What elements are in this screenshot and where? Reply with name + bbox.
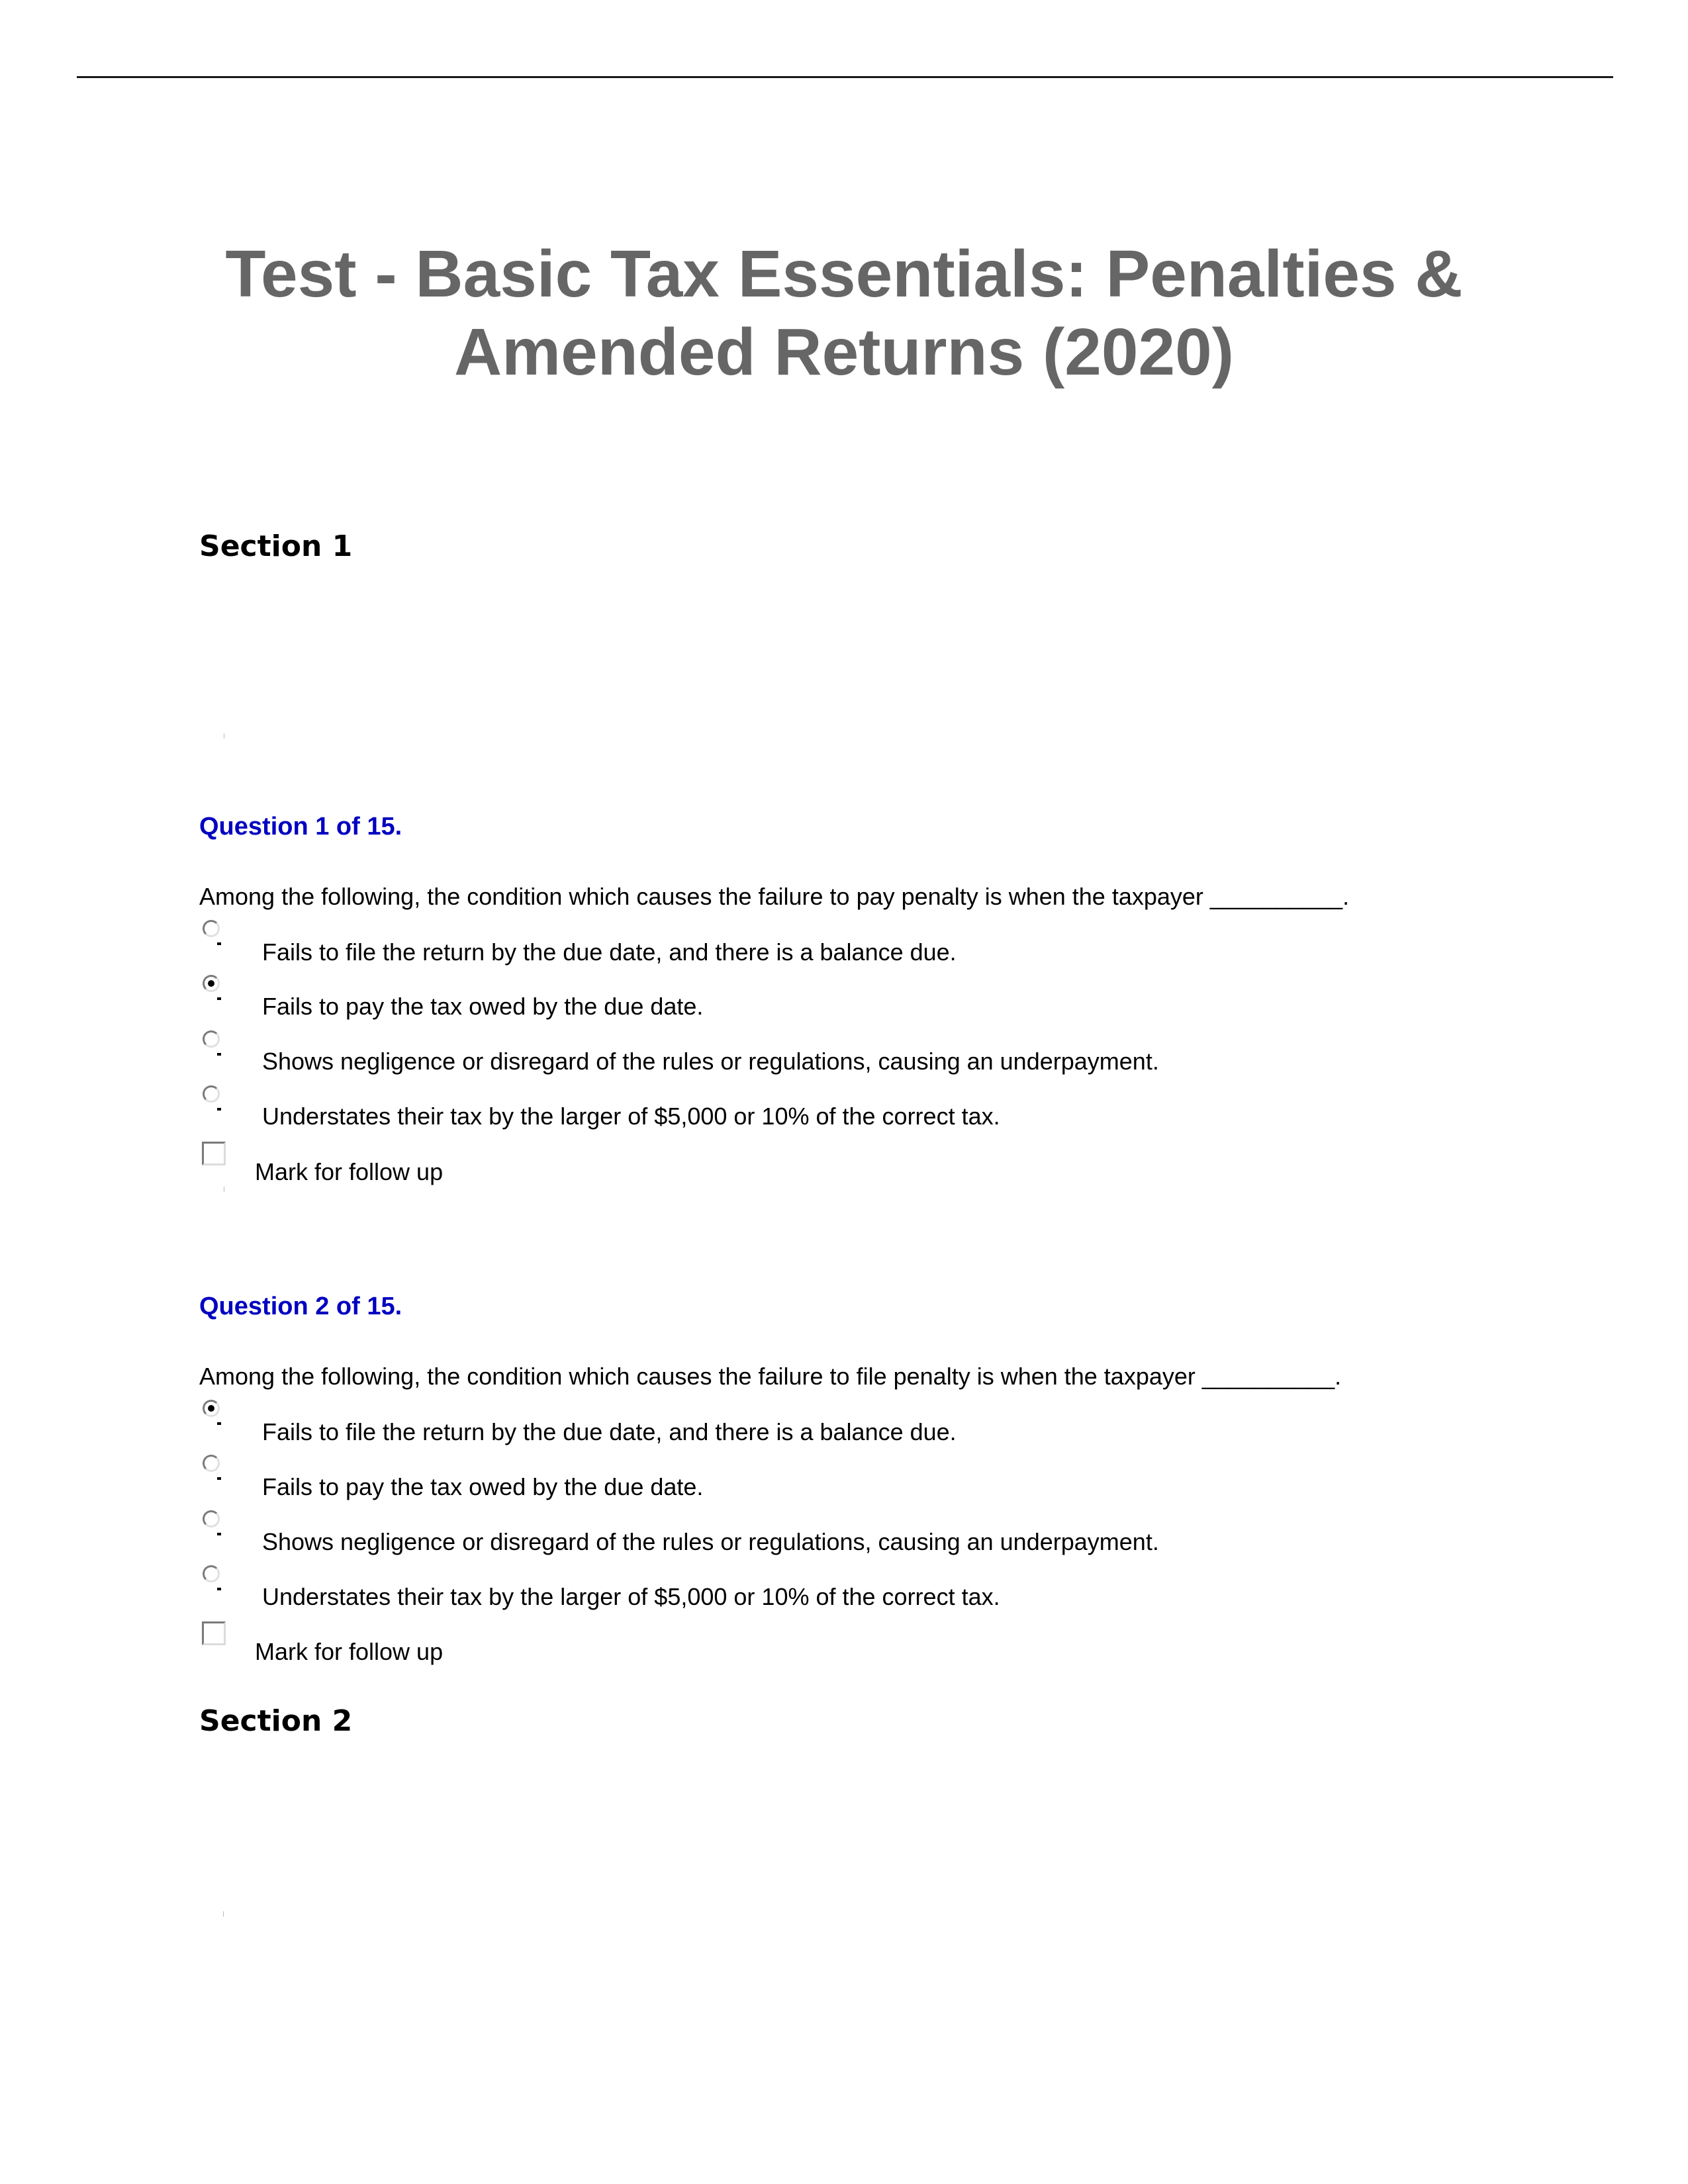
question-text: Among the following, the condition which… — [199, 1363, 1342, 1390]
radio-unselected-icon — [203, 1565, 220, 1582]
section-heading: Section 2 — [199, 1704, 353, 1738]
radio-option-selected[interactable] — [203, 1400, 222, 1425]
radio-option-selected[interactable] — [203, 975, 222, 1000]
section-marker — [223, 1911, 224, 1917]
page-title-line-1: Test - Basic Tax Essentials: Penalties & — [225, 237, 1463, 311]
option-label[interactable]: Understates their tax by the larger of $… — [262, 1103, 1000, 1130]
page-title-line-2: Amended Returns (2020) — [453, 315, 1235, 389]
option-label[interactable]: Fails to file the return by the due date… — [262, 1418, 957, 1446]
radio-unselected-icon — [203, 1455, 220, 1472]
radio-unselected-icon — [203, 1085, 220, 1103]
option-label[interactable]: Shows negligence or disregard of the rul… — [262, 1528, 1159, 1556]
radio-option[interactable] — [203, 1030, 222, 1056]
page-title: Test - Basic Tax Essentials: Penalties &… — [0, 235, 1688, 391]
radio-option[interactable] — [203, 1565, 222, 1590]
header-rule — [77, 76, 1613, 78]
radio-option[interactable] — [203, 1085, 222, 1111]
radio-unselected-icon — [203, 1510, 220, 1527]
option-label[interactable]: Shows negligence or disregard of the rul… — [262, 1048, 1159, 1075]
question-text: Among the following, the condition which… — [199, 883, 1350, 910]
option-label[interactable]: Fails to file the return by the due date… — [262, 938, 957, 966]
option-label[interactable]: Understates their tax by the larger of $… — [262, 1583, 1000, 1611]
question-heading: Question 1 of 15. — [199, 813, 402, 841]
follow-up-label[interactable]: Mark for follow up — [255, 1158, 443, 1186]
radio-option[interactable] — [203, 920, 222, 945]
option-label[interactable]: Fails to pay the tax owed by the due dat… — [262, 993, 703, 1021]
radio-unselected-icon — [203, 920, 220, 937]
radio-option[interactable] — [203, 1455, 222, 1480]
radio-option[interactable] — [203, 1510, 222, 1535]
radio-unselected-icon — [203, 1030, 220, 1048]
option-label[interactable]: Fails to pay the tax owed by the due dat… — [262, 1473, 703, 1501]
follow-up-checkbox[interactable] — [202, 1142, 226, 1165]
question-heading: Question 2 of 15. — [199, 1293, 402, 1320]
section-heading: Section 1 — [199, 529, 353, 563]
follow-up-label[interactable]: Mark for follow up — [255, 1638, 443, 1666]
follow-up-checkbox[interactable] — [202, 1621, 226, 1645]
